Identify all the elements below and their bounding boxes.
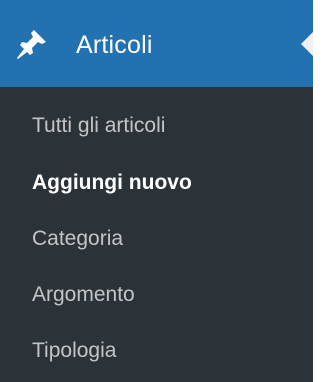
submenu-item-tipologia[interactable]: Tipologia xyxy=(32,338,116,364)
submenu-item-categoria[interactable]: Categoria xyxy=(32,226,123,252)
submenu-item-argomento[interactable]: Argomento xyxy=(32,282,135,308)
current-indicator-arrow xyxy=(301,32,313,56)
content-area-edge xyxy=(313,0,325,382)
menu-item-articoli[interactable]: Articoli xyxy=(0,0,313,87)
menu-title: Articoli xyxy=(76,31,153,59)
pushpin-icon xyxy=(14,28,54,60)
submenu-item-tutti-gli-articoli[interactable]: Tutti gli articoli xyxy=(32,113,165,139)
submenu: Tutti gli articoli Aggiungi nuovo Catego… xyxy=(0,87,313,382)
admin-sidebar-menu: Articoli Tutti gli articoli Aggiungi nuo… xyxy=(0,0,313,382)
submenu-item-aggiungi-nuovo[interactable]: Aggiungi nuovo xyxy=(32,170,192,196)
